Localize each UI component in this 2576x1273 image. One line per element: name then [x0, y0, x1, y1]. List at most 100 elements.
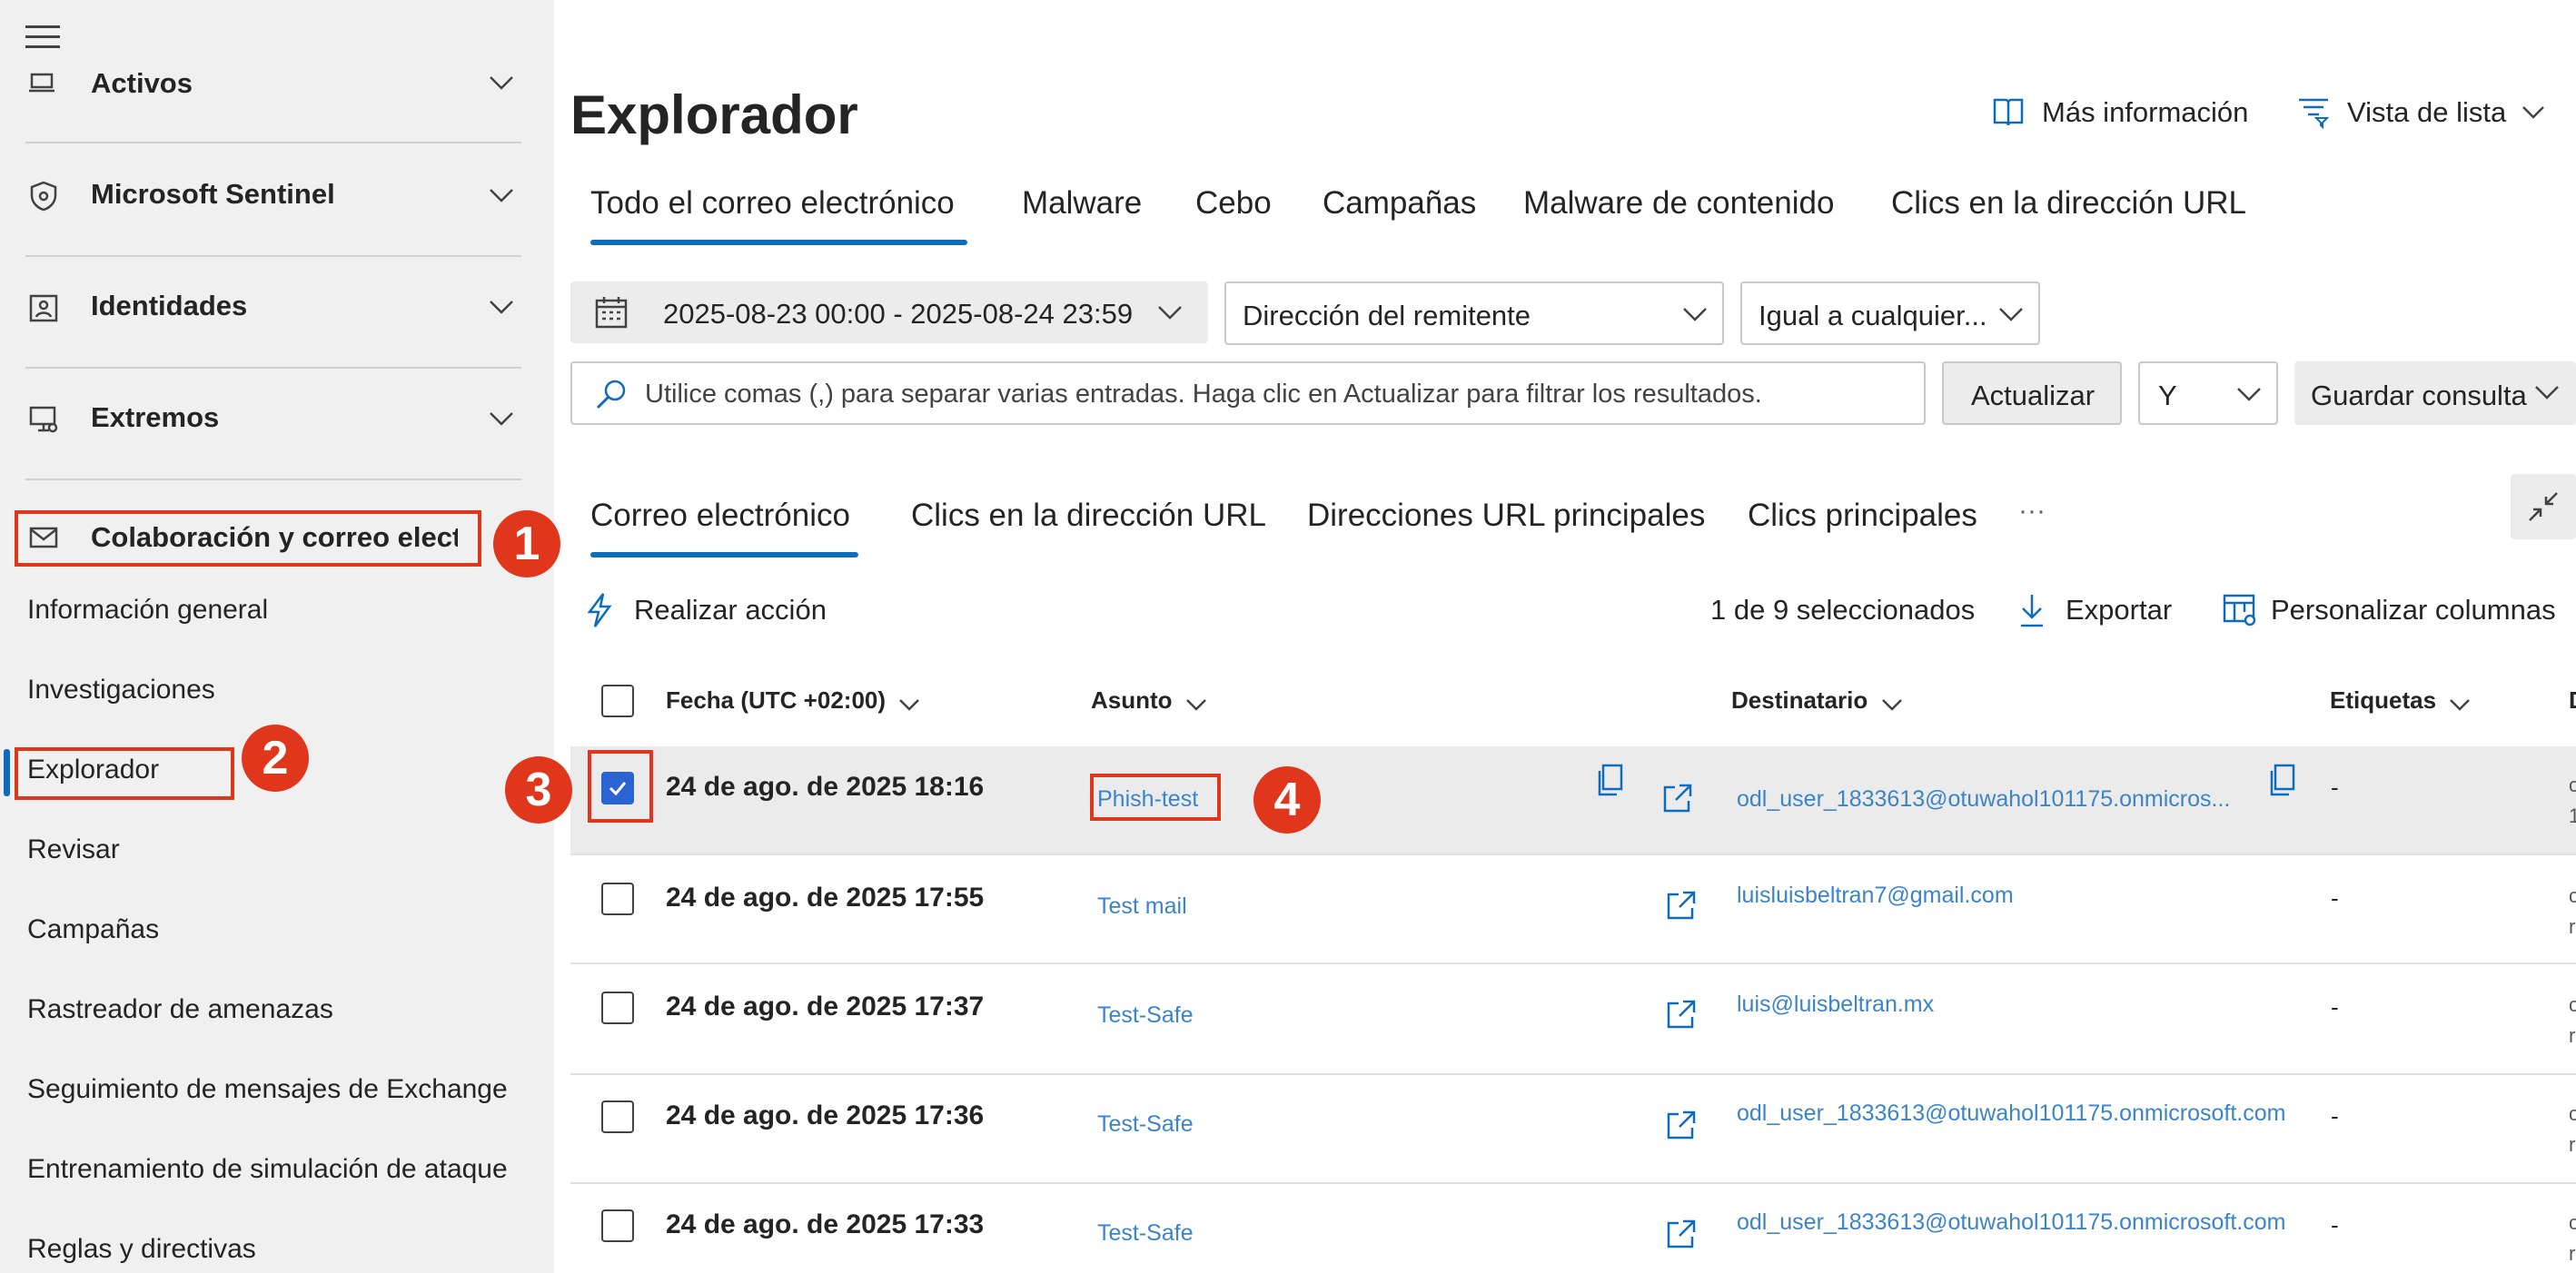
row-edge-text: c — [2569, 884, 2576, 907]
customize-columns-icon — [2223, 594, 2256, 627]
chevron-down-icon[interactable] — [486, 291, 517, 322]
column-header-destinatario[interactable]: Destinatario — [1731, 686, 1905, 717]
nav-item-informacion-general[interactable]: Información general — [27, 595, 268, 626]
row-checkbox[interactable] — [601, 1100, 634, 1133]
active-indicator — [4, 749, 10, 796]
row-checkbox[interactable] — [601, 772, 634, 804]
row-date: 24 de ago. de 2025 17:36 — [666, 1100, 985, 1130]
selection-count: 1 de 9 seleccionados — [1710, 594, 1976, 626]
subtab-clics-url[interactable]: Clics en la dirección URL — [911, 498, 1266, 534]
open-external-icon[interactable] — [1666, 1219, 1697, 1249]
row-tags: - — [2331, 774, 2339, 801]
column-header-etiquetas[interactable]: Etiquetas — [2330, 686, 2472, 717]
nav-group-identidades[interactable]: Identidades — [0, 257, 554, 357]
row-checkbox[interactable] — [601, 992, 634, 1024]
subtab-clics-principales[interactable]: Clics principales — [1748, 498, 1977, 534]
nav-group-activos[interactable]: Activos — [0, 36, 554, 100]
tab-malware[interactable]: Malware — [1022, 185, 1142, 222]
nav-item-entrenamiento-simulacion[interactable]: Entrenamiento de simulación de ataque — [27, 1154, 508, 1185]
row-recipient-link[interactable]: odl_user_1833613@otuwahol101175.onmicros… — [1737, 1209, 2285, 1236]
endpoint-device-icon — [29, 406, 58, 433]
row-edge-text: r — [2569, 915, 2576, 938]
copy-icon[interactable] — [2267, 763, 2298, 797]
tab-selected-indicator — [590, 240, 967, 245]
chevron-down-icon[interactable] — [486, 180, 517, 211]
nav-item-reglas-directivas[interactable]: Reglas y directivas — [27, 1234, 256, 1265]
tab-clics-url[interactable]: Clics en la dirección URL — [1891, 185, 2246, 222]
annotation-badge-4: 4 — [1253, 766, 1321, 834]
chevron-down-icon — [1999, 308, 2023, 321]
row-checkbox[interactable] — [601, 1209, 634, 1242]
nav-item-explorador[interactable]: Explorador — [27, 755, 159, 785]
search-input[interactable]: Utilice comas (,) para separar varias en… — [570, 361, 1926, 425]
nav-item-campanas[interactable]: Campañas — [27, 914, 159, 945]
open-external-icon[interactable] — [1666, 890, 1697, 921]
date-range-picker[interactable]: 2025-08-23 00:00 - 2025-08-24 23:59 — [570, 281, 1208, 343]
checkmark-icon — [609, 782, 627, 796]
chevron-down-icon[interactable] — [486, 403, 517, 434]
chevron-down-icon[interactable] — [486, 67, 517, 98]
row-date: 24 de ago. de 2025 17:33 — [666, 1209, 985, 1239]
row-checkbox[interactable] — [601, 883, 634, 915]
subtab-direcciones-url[interactable]: Direcciones URL principales — [1307, 498, 1705, 534]
nav-item-rastreador-amenazas[interactable]: Rastreador de amenazas — [27, 994, 333, 1025]
open-external-icon[interactable] — [1666, 999, 1697, 1030]
nav-item-seguimiento-mensajes[interactable]: Seguimiento de mensajes de Exchange — [27, 1074, 508, 1105]
row-recipient-link[interactable]: luisluisbeltran7@gmail.com — [1737, 883, 2014, 909]
subtab-correo-electronico[interactable]: Correo electrónico — [590, 498, 850, 534]
row-tags: - — [2331, 1102, 2339, 1130]
refresh-button[interactable]: Actualizar — [1942, 361, 2122, 425]
row-recipient-link[interactable]: odl_user_1833613@otuwahol101175.onmicros… — [1737, 786, 2247, 813]
row-tags: - — [2331, 1211, 2339, 1238]
annotation-badge-3: 3 — [505, 756, 572, 824]
column-header-fecha[interactable]: Fecha (UTC +02:00) — [666, 686, 922, 717]
search-icon — [596, 380, 626, 410]
row-subject-link[interactable]: Test-Safe — [1097, 1220, 1194, 1247]
open-external-icon[interactable] — [1666, 1110, 1697, 1140]
column-header-next: D — [2569, 686, 2576, 715]
chevron-down-icon — [1186, 698, 1206, 711]
chevron-down-icon — [2535, 386, 2559, 400]
save-query-dropdown[interactable]: Guardar consulta — [2294, 361, 2576, 425]
filter-field-dropdown[interactable]: Dirección del remitente — [1224, 281, 1724, 345]
chevron-down-icon — [2522, 106, 2544, 119]
chevron-down-icon — [2237, 388, 2261, 401]
shield-eye-icon — [30, 181, 57, 212]
nav-divider — [25, 142, 521, 143]
collapse-button[interactable] — [2511, 474, 2576, 539]
row-edge-text: r — [2569, 1024, 2576, 1047]
row-edge-text: c — [2569, 1211, 2576, 1234]
tab-cebo[interactable]: Cebo — [1195, 185, 1272, 222]
nav-group-extremos[interactable]: Extremos — [0, 369, 554, 469]
collapse-arrows-icon — [2529, 492, 2558, 521]
open-external-icon[interactable] — [1662, 783, 1693, 814]
row-recipient-link[interactable]: luis@luisbeltran.mx — [1737, 992, 1934, 1018]
tab-malware-contenido[interactable]: Malware de contenido — [1523, 185, 1834, 222]
tab-campanas[interactable]: Campañas — [1323, 185, 1476, 222]
filter-operator-dropdown[interactable]: Igual a cualquier... — [1740, 281, 2040, 345]
row-subject-link[interactable]: Test-Safe — [1097, 1111, 1194, 1138]
row-recipient-link[interactable]: odl_user_1833613@otuwahol101175.onmicros… — [1737, 1100, 2285, 1127]
tab-todo-correo[interactable]: Todo el correo electrónico — [590, 185, 955, 222]
select-all-checkbox[interactable] — [601, 685, 634, 717]
identity-card-icon — [29, 294, 58, 322]
nav-group-colaboracion-correo[interactable]: Colaboración y correo electró — [0, 508, 554, 568]
annotation-badge-1: 1 — [493, 510, 560, 577]
lightning-icon — [587, 593, 612, 627]
row-subject-link[interactable]: Phish-test — [1097, 786, 1198, 813]
copy-icon[interactable] — [1595, 763, 1626, 797]
nav-item-revisar[interactable]: Revisar — [27, 834, 120, 865]
row-tags: - — [2331, 884, 2339, 912]
nav-divider — [25, 479, 521, 480]
book-icon — [1993, 98, 2024, 126]
logic-operator-dropdown[interactable]: Y — [2138, 361, 2278, 425]
row-date: 24 de ago. de 2025 17:37 — [666, 992, 985, 1021]
row-edge-text: r — [2569, 1133, 2576, 1156]
row-date: 24 de ago. de 2025 18:16 — [666, 772, 985, 802]
nav-item-investigaciones[interactable]: Investigaciones — [27, 675, 215, 706]
row-subject-link[interactable]: Test mail — [1097, 893, 1187, 920]
column-header-asunto[interactable]: Asunto — [1091, 686, 1209, 717]
row-subject-link[interactable]: Test-Safe — [1097, 1002, 1194, 1029]
nav-group-microsoft-sentinel[interactable]: Microsoft Sentinel — [0, 145, 554, 245]
more-tabs-button[interactable]: ··· — [2018, 496, 2046, 527]
